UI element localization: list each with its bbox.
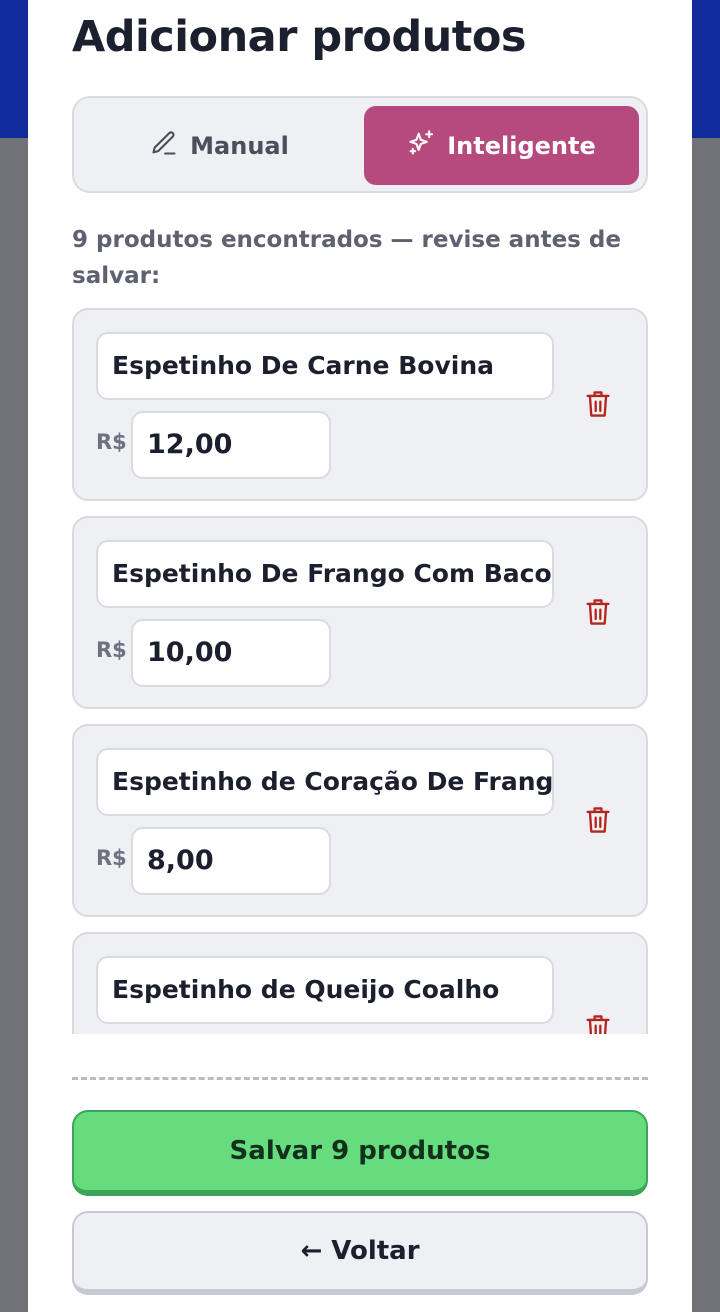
product-name-input[interactable]: Espetinho de Coração De Frango [96,748,554,816]
delete-product-button[interactable] [582,1012,614,1034]
mode-toggle: Manual Inteligente [72,96,648,193]
manual-mode-label: Manual [190,131,289,160]
smart-mode-label: Inteligente [447,131,596,160]
trash-icon [584,389,612,423]
manual-mode-button[interactable]: Manual [82,106,357,185]
product-name-input[interactable]: Espetinho De Carne Bovina [96,332,554,400]
trash-icon [584,805,612,839]
products-found-status: 9 produtos encontrados — revise antes de… [72,227,621,289]
product-name-input[interactable]: Espetinho de Queijo Coalho [96,956,554,1024]
trash-icon [584,597,612,631]
product-price-input[interactable]: 10,00 [131,619,331,687]
sparkles-icon [407,129,435,163]
save-products-button[interactable]: Salvar 9 produtos [72,1110,648,1196]
product-price-input[interactable]: 12,00 [131,411,331,479]
currency-label: R$ [96,846,127,870]
product-card: Espetinho de Queijo Coalho R$ [72,932,648,1034]
back-button[interactable]: ← Voltar [72,1211,648,1295]
pencil-icon [150,129,178,163]
page-title: Adicionar produtos [72,12,527,62]
product-name-input[interactable]: Espetinho De Frango Com Bacon [96,540,554,608]
product-price-input[interactable]: 8,00 [131,827,331,895]
currency-label: R$ [96,638,127,662]
product-card: Espetinho De Carne Bovina R$ 12,00 [72,308,648,501]
delete-product-button[interactable] [582,388,614,424]
delete-product-button[interactable] [582,596,614,632]
product-card: Espetinho De Frango Com Bacon R$ 10,00 [72,516,648,709]
product-list[interactable]: Espetinho De Carne Bovina R$ 12,00 Espet… [28,306,692,1034]
trash-icon [584,1013,612,1034]
delete-product-button[interactable] [582,804,614,840]
dashed-divider [72,1077,648,1080]
smart-mode-button[interactable]: Inteligente [364,106,639,185]
currency-label: R$ [96,430,127,454]
product-card: Espetinho de Coração De Frango R$ 8,00 [72,724,648,917]
